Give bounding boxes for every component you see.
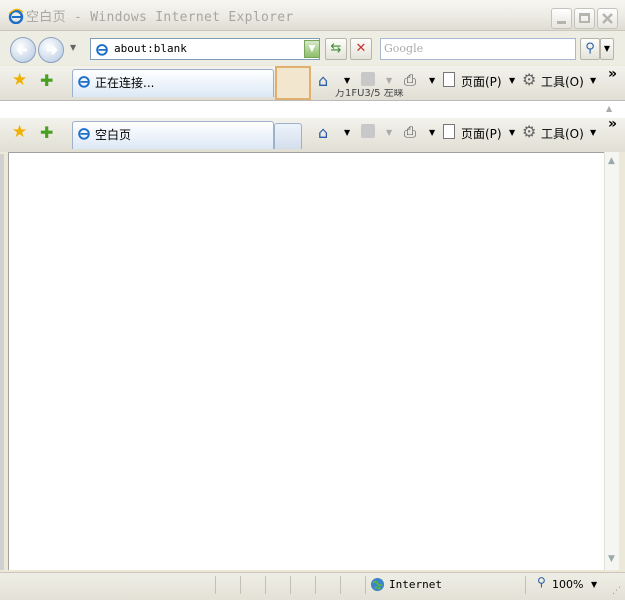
scroll-up-icon[interactable]: ▲: [606, 104, 612, 113]
home-icon[interactable]: ⌂: [318, 123, 328, 142]
tab-label: 空白页: [95, 128, 132, 142]
refresh-button[interactable]: ⇆: [325, 38, 347, 60]
page-menu[interactable]: 页面(P): [461, 125, 502, 142]
maximize-button[interactable]: [574, 8, 595, 29]
add-favorite-icon[interactable]: ✚: [40, 123, 53, 142]
zoom-level[interactable]: 100%: [552, 578, 583, 591]
window-title: 空白页 - Windows Internet Explorer: [26, 10, 294, 25]
back-button[interactable]: [10, 37, 36, 63]
favorites-star-icon[interactable]: ★: [12, 70, 27, 90]
stale-page-text: 万1FU3/5 左睐: [335, 89, 404, 99]
content-strip: [0, 100, 625, 120]
gear-icon: ⚙: [522, 70, 537, 89]
home-dropdown-icon[interactable]: ▼: [344, 76, 350, 85]
chevron-more-icon[interactable]: »: [608, 66, 617, 82]
resize-grip-icon[interactable]: ⋰: [612, 586, 621, 596]
zoom-icon[interactable]: ⚲: [537, 575, 546, 589]
close-button[interactable]: [597, 8, 618, 29]
gear-icon: ⚙: [522, 122, 537, 141]
page-menu[interactable]: 页面(P): [461, 73, 502, 90]
tools-menu[interactable]: 工具(O): [541, 125, 584, 142]
close-icon: [602, 13, 613, 24]
search-options-icon[interactable]: ▼: [600, 38, 614, 60]
tab-ie-icon: [78, 76, 90, 88]
tab-ie-icon: [78, 128, 90, 140]
address-dropdown-icon[interactable]: ▼: [304, 40, 320, 58]
forward-arrow-icon: [47, 45, 58, 55]
add-favorite-icon[interactable]: ✚: [40, 71, 53, 90]
tab-label: 正在连接...: [95, 76, 155, 90]
page-dropdown-icon[interactable]: ▼: [509, 76, 515, 85]
zoom-dropdown-icon[interactable]: ▼: [591, 580, 597, 589]
tools-dropdown-icon[interactable]: ▼: [590, 128, 596, 137]
page-ie-icon: [96, 44, 108, 56]
recent-pages-dropdown-icon[interactable]: ▼: [70, 43, 76, 52]
scroll-down-icon[interactable]: ▼: [605, 554, 618, 568]
address-input[interactable]: about:blank: [114, 42, 187, 55]
security-zone: Internet: [389, 578, 442, 591]
scroll-up-icon[interactable]: ▲: [605, 156, 618, 170]
chevron-more-icon[interactable]: »: [608, 116, 617, 132]
minimize-button[interactable]: [551, 8, 572, 29]
print-icon[interactable]: ⎙: [404, 123, 416, 141]
window-left-edge: [0, 154, 4, 570]
print-dropdown-icon[interactable]: ▼: [429, 128, 435, 137]
ie-logo-icon: [8, 8, 24, 24]
feeds-icon[interactable]: [361, 72, 375, 86]
home-dropdown-icon[interactable]: ▼: [344, 128, 350, 137]
favorites-star-icon[interactable]: ★: [12, 122, 27, 142]
page-dropdown-icon[interactable]: ▼: [509, 128, 515, 137]
tools-menu[interactable]: 工具(O): [541, 73, 584, 90]
tools-dropdown-icon[interactable]: ▼: [590, 76, 596, 85]
home-icon[interactable]: ⌂: [318, 71, 328, 90]
print-icon[interactable]: ⎙: [404, 71, 416, 89]
forward-button[interactable]: [38, 37, 64, 63]
stop-button[interactable]: ✕: [350, 38, 372, 60]
vertical-scrollbar[interactable]: [604, 152, 619, 570]
page-icon: [443, 72, 455, 87]
feeds-dropdown-icon[interactable]: ▼: [386, 76, 392, 85]
new-tab-button[interactable]: [274, 123, 302, 149]
back-arrow-icon: [16, 45, 27, 55]
search-input[interactable]: Google: [384, 42, 423, 55]
feeds-dropdown-icon[interactable]: ▼: [386, 128, 392, 137]
page-content[interactable]: [8, 152, 604, 570]
search-button[interactable]: ⚲: [580, 38, 600, 60]
print-dropdown-icon[interactable]: ▼: [429, 76, 435, 85]
new-tab-button[interactable]: [275, 66, 311, 100]
feeds-icon[interactable]: [361, 124, 375, 138]
page-icon: [443, 124, 455, 139]
globe-icon: [370, 577, 385, 592]
status-bar: [0, 572, 625, 600]
